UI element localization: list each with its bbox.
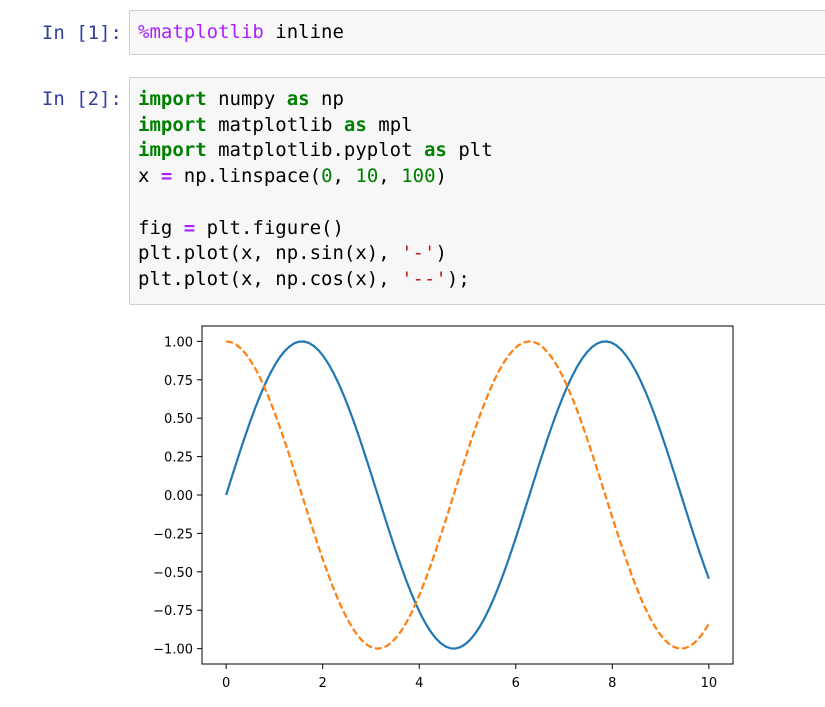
y-tick-label: 1.00 [164,335,193,350]
x-tick-label: 4 [415,676,423,691]
sin-series-line [225,340,710,650]
cell-2-prompt: In [2]: [41,88,122,110]
code-token: 100 [401,165,436,188]
code-token: ) [435,165,447,188]
code-token: plt [446,139,493,162]
code-token: inline [263,21,344,43]
code-token: import [138,139,207,162]
y-tick-label: 0.25 [164,451,193,466]
y-tick-label: 0.50 [164,412,193,427]
code-token: %matplotlib [138,21,264,43]
code-token: matplotlib [206,113,344,136]
code-token: '-' [401,242,436,265]
output-plot: 1.00 0.75 0.50 0.25 0.00 −0.25 −0.50 −0.75 −1.00… [130,314,740,703]
code-token: x [138,165,161,188]
code-cell-1[interactable]: %matplotlib inline [129,10,825,55]
code-token: import [138,113,207,136]
code-token: , [332,165,356,188]
code-token: mpl [366,113,413,136]
code-token: 10 [355,165,379,188]
y-tick-label: −0.25 [153,527,193,542]
code-token: , [378,165,402,188]
code-cell-2[interactable]: import numpy as np import matplotlib as … [129,77,825,305]
cell-1-prompt: In [1]: [41,22,122,44]
axes-frame [201,325,734,665]
code-token: fig [138,216,184,239]
code-token: np.linspace( [172,165,322,188]
code-token: as [343,113,367,136]
cos-series-line [225,340,710,650]
x-tick-label: 2 [319,676,327,691]
y-tick-label: −0.50 [153,566,193,581]
code-token: ) [435,242,447,265]
code-token: plt.figure() [195,216,344,239]
code-token: 0 [321,165,333,188]
code-token: = [183,216,196,239]
y-tick-label: −0.75 [153,604,193,619]
code-token: plt.plot(x, np.sin(x), [138,242,402,265]
cell-2-code[interactable]: import numpy as np import matplotlib as … [138,87,493,293]
code-token: as [286,88,310,110]
x-tick-label: 0 [222,676,230,691]
x-tick-label: 6 [512,676,520,691]
code-token: '--' [401,267,447,290]
y-tick-label: 0.00 [164,489,193,504]
code-token: plt.plot(x, np.cos(x), [138,267,402,290]
code-token: = [160,165,173,188]
code-token: import [138,88,207,110]
code-token: as [423,139,447,162]
line-chart: 1.00 0.75 0.50 0.25 0.00 −0.25 −0.50 −0.75 −1.00… [153,325,734,691]
x-tick-label: 8 [608,676,616,691]
y-tick-label: −1.00 [153,643,193,658]
y-tick-label: 0.75 [164,374,193,389]
code-token: numpy [206,88,287,110]
x-tick-label: 10 [701,676,718,691]
code-token: ); [446,267,470,290]
code-token: np [309,88,344,110]
cell-1-code[interactable]: %matplotlib inline [138,20,344,46]
code-token: matplotlib.pyplot [206,139,424,162]
